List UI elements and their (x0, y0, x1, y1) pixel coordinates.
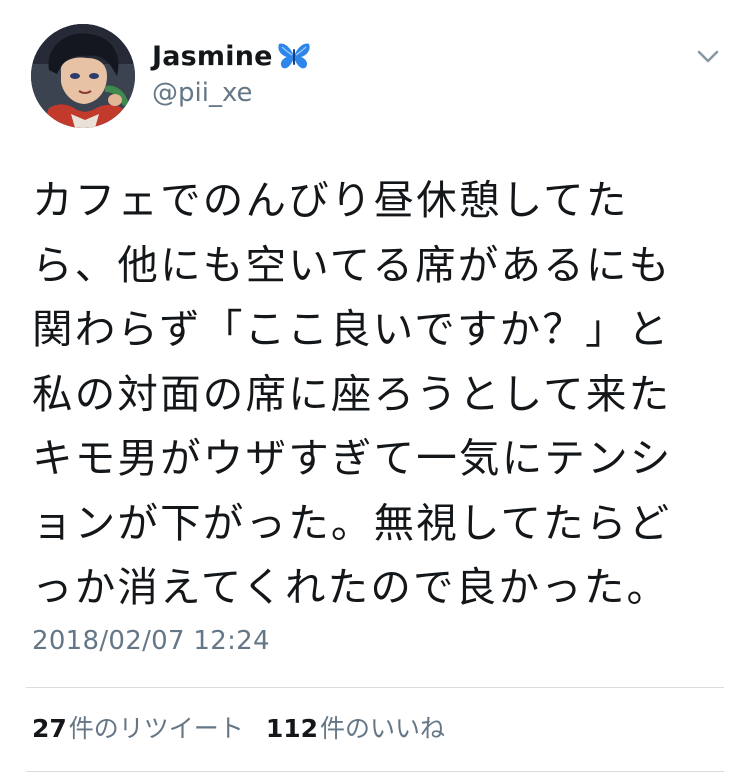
display-name[interactable]: Jasmine (152, 41, 273, 72)
like-count-label: 件のいいね (320, 714, 446, 743)
avatar-image (31, 24, 135, 128)
user-handle[interactable]: @pii_xe (152, 78, 253, 108)
tweet-text: カフェでのんびり昼休憩してた ら、他にも空いてる席があるにも 関わらず「ここ良い… (32, 176, 673, 611)
user-name-row[interactable]: Jasmine (152, 38, 311, 74)
retweet-count[interactable]: 27 件のリツイート (32, 709, 244, 745)
divider (26, 771, 724, 772)
retweet-count-label: 件のリツイート (68, 714, 244, 743)
tweet-stats: 27 件のリツイート 112 件のいいね (32, 709, 445, 749)
divider (26, 687, 724, 688)
chevron-down-icon[interactable] (694, 44, 722, 68)
butterfly-icon (277, 41, 311, 71)
like-count[interactable]: 112 件のいいね (266, 709, 445, 745)
retweet-count-value: 27 (32, 714, 67, 743)
tweet-card: Jasmine @pii_xe カフェでのんびり昼休憩してた ら、他にも空いてる… (0, 0, 750, 780)
tweet-timestamp[interactable]: 2018/02/07 12:24 (32, 626, 270, 656)
avatar[interactable] (31, 24, 135, 128)
like-count-value: 112 (265, 714, 318, 743)
